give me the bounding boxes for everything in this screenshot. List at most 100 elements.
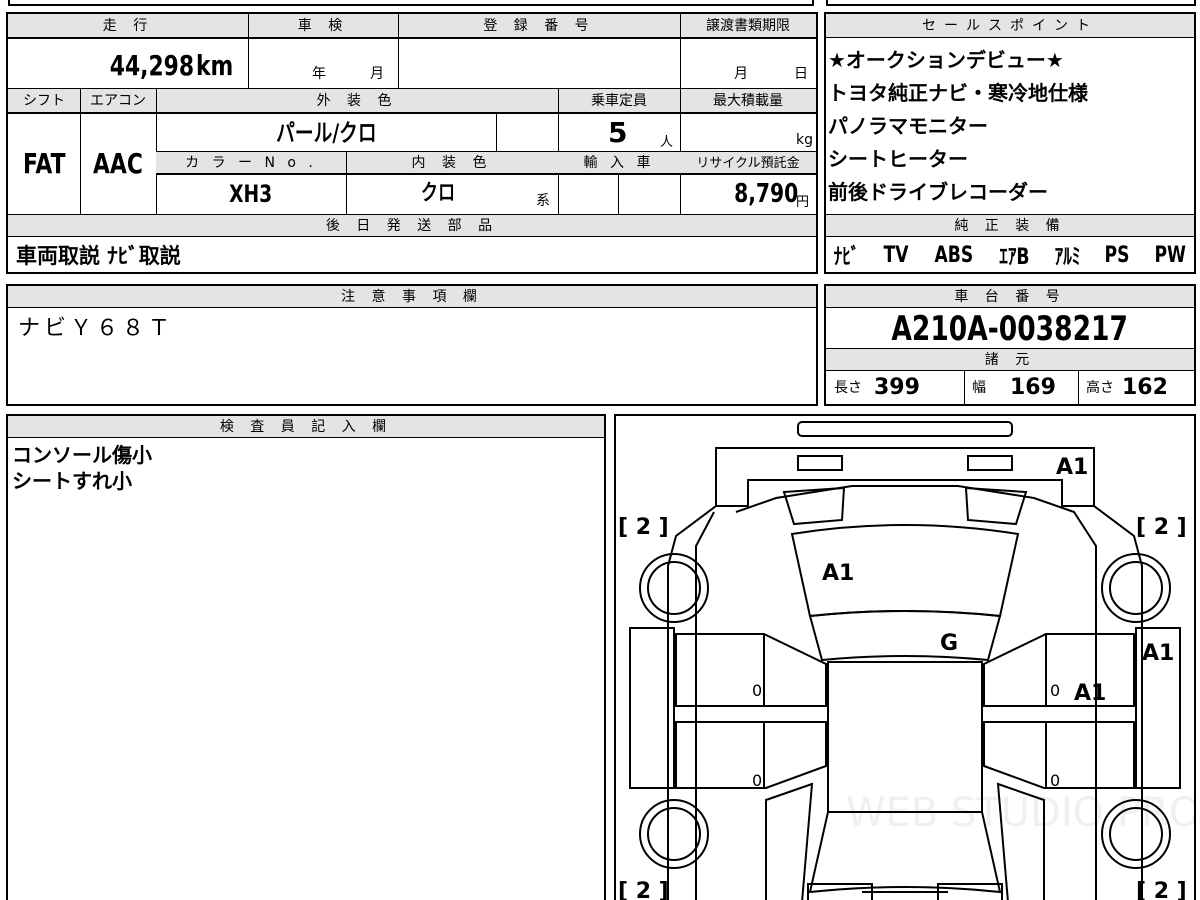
sales-point-item: トヨタ純正ナビ・寒冷地仕様	[828, 81, 1088, 105]
spec-width: 幅 169	[972, 374, 1056, 402]
inspector-note-line: シートすれ小	[12, 469, 132, 493]
deadline-day-unit: 日	[794, 66, 808, 82]
exterior-color-label: 外 装 色	[316, 93, 398, 109]
mileage-value: 44,298 km	[109, 49, 234, 82]
genuine-equipment-label: 純 正 装 備	[954, 217, 1066, 234]
tail-lamp-left	[797, 455, 843, 471]
mileage-label: 走 行	[102, 18, 154, 34]
capacity-unit: 人	[660, 134, 674, 150]
aircon-label: エアコン	[90, 93, 146, 109]
equipment-airbag: ｴｱB	[999, 245, 1030, 270]
shift-label: シフト	[23, 93, 65, 109]
max-load-label: 最大積載量	[713, 93, 783, 109]
sales-points-list: ★オークションデビュー★ トヨタ純正ナビ・寒冷地仕様 パノラマモニター シートヒ…	[828, 44, 1192, 209]
sales-points-label: セールスポイント	[922, 17, 1098, 34]
import-label: 輸 入 車	[583, 155, 655, 171]
wheel-top-right	[1101, 553, 1171, 623]
equipment-ps: PS	[1104, 242, 1130, 268]
genuine-equipment-list: ﾅﾋﾞ TV ABS ｴｱB ｱﾙﾐ PS PW	[830, 240, 1190, 271]
chassis-header: 車 台 番 号	[826, 286, 1194, 308]
left-rear-door	[675, 633, 827, 707]
front-fender-left	[765, 782, 814, 900]
mark-door-right-rear: 0	[1050, 681, 1060, 700]
sales-points-header: セールスポイント	[826, 14, 1194, 38]
notes-header: 注 意 事 項 欄	[8, 286, 816, 308]
specs-label: 諸 元	[984, 351, 1036, 368]
vehicle-info-table: 走 行 車 検 登 録 番 号 譲渡書類期限 44,298 km 年 月 月 日 …	[6, 12, 818, 274]
watermark: WEB STUDIO PRO	[846, 790, 1194, 836]
inspector-note-line: コンソール傷小	[12, 443, 152, 467]
left-front-door	[675, 721, 827, 789]
recycle-fee-label: リサイクル預託金	[696, 155, 800, 171]
wheel-top-left	[639, 553, 709, 623]
tire-top-left: [ 2 ]	[618, 515, 669, 540]
max-load-unit: kg	[796, 132, 813, 148]
deadline-month-unit: 月	[734, 66, 748, 82]
spec-length-label: 長さ	[834, 380, 862, 396]
wheel-bottom-left	[639, 799, 709, 869]
exterior-color-value: パール/クロ	[275, 119, 377, 147]
later-parts-value: 車両取説 ﾅﾋﾞ取説	[16, 243, 181, 268]
capacity-label: 乗車定員	[591, 93, 647, 109]
spec-height-value: 162	[1122, 375, 1168, 400]
sales-points-box: セールスポイント ★オークションデビュー★ トヨタ純正ナビ・寒冷地仕様 パノラマ…	[824, 12, 1196, 274]
interior-color-label: 内 装 色	[411, 155, 493, 171]
mark-rear-bumper: A1	[1056, 455, 1088, 480]
spec-length-value: 399	[874, 375, 920, 400]
chassis-label: 車 台 番 号	[954, 288, 1066, 305]
notes-value: ナビＹ６８Ｔ	[18, 316, 175, 341]
equipment-navi: ﾅﾋﾞ	[833, 245, 860, 270]
car-diagram: [ 2 ] [ 2 ] [ 2 ] [ 2 ] A1 A1 G A1 A1 0 …	[618, 421, 1194, 900]
roof	[808, 610, 1002, 662]
interior-color-suffix: 系	[536, 193, 550, 209]
rear-bumper-bar	[797, 421, 1013, 437]
later-parts-label: 後 日 発 送 部 品	[325, 218, 499, 234]
notes-box: 注 意 事 項 欄 ナビＹ６８Ｔ	[6, 284, 818, 406]
mark-door-left-front: 0	[752, 771, 762, 790]
spec-width-value: 169	[1010, 375, 1056, 400]
shift-value: FAT	[22, 147, 66, 180]
chassis-box: 車 台 番 号 A210A-0038217 諸 元 長さ 399 幅 169 高…	[824, 284, 1196, 406]
mark-right-rear-door: A1	[1074, 681, 1106, 706]
tire-top-right: [ 2 ]	[1136, 515, 1187, 540]
mark-right-side: A1	[1142, 641, 1174, 666]
equipment-pw: PW	[1153, 242, 1186, 268]
recycle-fee-value: 8,790	[733, 179, 798, 209]
tire-bottom-left: [ 2 ]	[618, 879, 669, 900]
color-no-label: カ ラ ー N o .	[185, 155, 317, 171]
sales-point-item: パノラマモニター	[828, 114, 988, 138]
rear-lamp-right-panel	[964, 486, 1028, 526]
equipment-alloy: ｱﾙﾐ	[1054, 245, 1081, 270]
equipment-tv: TV	[883, 242, 909, 268]
mark-door-right-front: 0	[1050, 771, 1060, 790]
transfer-deadline-label: 譲渡書類期限	[706, 18, 790, 34]
equipment-abs: ABS	[934, 242, 973, 268]
sales-point-item: シートヒーター	[828, 147, 968, 171]
genuine-equipment-header: 純 正 装 備	[826, 215, 1194, 237]
mark-rear-glass: A1	[822, 561, 854, 586]
chassis-value: A210A-0038217	[891, 309, 1129, 349]
recycle-fee-unit: 円	[796, 194, 810, 210]
tail-lamp-right	[967, 455, 1013, 471]
car-diagram-box: [ 2 ] [ 2 ] [ 2 ] [ 2 ] A1 A1 G A1 A1 0 …	[614, 414, 1196, 900]
rear-panel	[715, 447, 1095, 507]
interior-color-value: クロ	[420, 181, 456, 206]
spec-height: 高さ 162	[1086, 374, 1168, 402]
mark-roof: G	[940, 631, 958, 656]
capacity-value: 5	[608, 116, 628, 149]
notes-label: 注 意 事 項 欄	[341, 288, 483, 305]
registration-label: 登 録 番 号	[483, 18, 595, 34]
mark-door-left-rear: 0	[752, 681, 762, 700]
specs-header: 諸 元	[826, 349, 1194, 371]
inspector-box: 検 査 員 記 入 欄 コンソール傷小 シートすれ小	[6, 414, 606, 900]
color-no-value: XH3	[229, 180, 273, 208]
shaken-label: 車 検	[297, 18, 349, 34]
spec-width-label: 幅	[972, 380, 986, 396]
top-clipped-strip	[0, 0, 1200, 8]
sales-point-item: 前後ドライブレコーダー	[828, 180, 1048, 204]
shaken-month-unit: 月	[370, 66, 384, 82]
sales-point-item: ★オークションデビュー★	[828, 48, 1064, 72]
inspector-header: 検 査 員 記 入 欄	[8, 416, 604, 438]
inspector-label: 検 査 員 記 入 欄	[219, 418, 393, 435]
inspector-notes: コンソール傷小 シートすれ小	[12, 442, 152, 494]
